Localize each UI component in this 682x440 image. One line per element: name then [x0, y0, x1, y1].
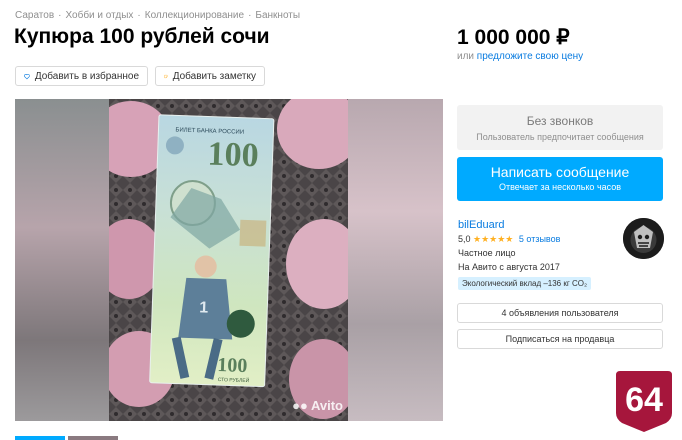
seller-since: На Авито с августа 2017 — [458, 262, 560, 272]
breadcrumb-separator: · — [137, 10, 141, 21]
avito-watermark: ●● Avito — [292, 398, 343, 413]
breadcrumb-item[interactable]: Хобби и отдых — [65, 10, 133, 21]
no-calls-box: Без звонков Пользователь предпочитает со… — [457, 105, 663, 150]
rating-stars-icon: ★★★★★ — [473, 234, 514, 244]
breadcrumb-separator: · — [58, 10, 62, 21]
note-icon — [164, 74, 168, 78]
banknote-denomination-bottom: 100 — [217, 354, 248, 377]
reviews-link[interactable]: 5 отзывов — [519, 234, 561, 244]
subscribe-seller-button[interactable]: Подписаться на продавца — [457, 329, 663, 349]
banknote-photo: БИЛЕТ БАНКА РОССИИ 100 1 100 СТО РУБЛЕЙ — [109, 99, 348, 421]
watermark-dots-icon: ●● — [292, 398, 308, 413]
write-message-label: Написать сообщение — [490, 164, 630, 180]
no-calls-title: Без звонков — [526, 114, 594, 128]
seller-name-link[interactable]: bilEduard — [458, 219, 504, 231]
logo-text: 64 — [625, 381, 663, 419]
price-note-prefix: или — [457, 51, 475, 62]
watermark-text: Avito — [310, 398, 343, 413]
add-note-button[interactable]: Добавить заметку — [155, 66, 265, 86]
add-to-favorites-label: Добавить в избранное — [34, 70, 139, 82]
offer-price-link[interactable]: предложите свою цену — [477, 51, 583, 62]
add-to-favorites-button[interactable]: Добавить в избранное — [15, 66, 148, 86]
seller-rating: 5,0 ★★★★★ 5 отзывов — [458, 234, 560, 245]
breadcrumb: Саратов · Хобби и отдых · Коллекционирование… — [15, 10, 300, 21]
price-note: или предложите свою цену — [457, 51, 583, 62]
thumbnail[interactable] — [68, 436, 118, 440]
photo-gallery[interactable]: БИЛЕТ БАНКА РОССИИ 100 1 100 СТО РУБЛЕЙ … — [15, 99, 443, 421]
breadcrumb-item[interactable]: Саратов — [15, 10, 54, 21]
banknote-denomination-top: 100 — [207, 136, 259, 175]
page-title: Купюра 100 рублей сочи — [14, 25, 270, 48]
price: 1 000 000 ₽ — [457, 26, 570, 49]
user-listings-button[interactable]: 4 объявления пользователя — [457, 303, 663, 323]
heart-icon — [24, 73, 30, 79]
breadcrumb-item[interactable]: Коллекционирование — [145, 10, 244, 21]
thumbnail-active[interactable] — [15, 436, 65, 440]
thumbnail-strip — [15, 436, 125, 440]
shield-logo-icon: 64 — [616, 371, 672, 432]
gallery-blur-right — [348, 99, 443, 421]
write-message-button[interactable]: Написать сообщение Отвечает за несколько… — [457, 157, 663, 201]
breadcrumb-item[interactable]: Банкноты — [255, 10, 300, 21]
svg-text:1: 1 — [199, 299, 209, 316]
avatar-image — [623, 218, 664, 259]
gallery-blur-left — [15, 99, 109, 421]
add-note-label: Добавить заметку — [172, 70, 256, 82]
listing-photo[interactable]: БИЛЕТ БАНКА РОССИИ 100 1 100 СТО РУБЛЕЙ — [109, 99, 348, 421]
site-logo: 64 — [614, 369, 674, 433]
rating-value: 5,0 — [458, 234, 471, 244]
eco-badge[interactable]: Экологический вклад –136 кг CO₂ — [458, 277, 592, 290]
no-calls-note: Пользователь предпочитает сообщения — [476, 132, 644, 142]
breadcrumb-separator: · — [248, 10, 252, 21]
response-time-note: Отвечает за несколько часов — [498, 182, 622, 192]
seller-type: Частное лицо — [458, 248, 516, 258]
avatar[interactable] — [623, 218, 664, 259]
